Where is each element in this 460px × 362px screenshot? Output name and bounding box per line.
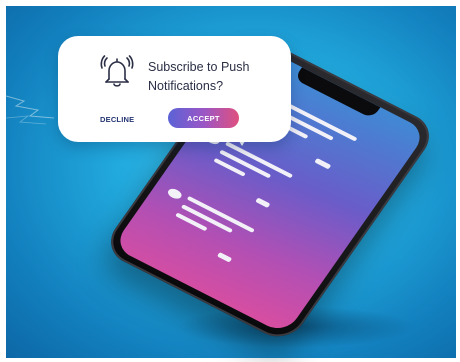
decline-button[interactable]: DECLINE [100,115,134,124]
avatar-dot [165,186,184,201]
message-line [216,252,233,263]
bell-icon [100,55,134,87]
message-line [314,158,332,170]
message-line [255,197,271,208]
accept-button[interactable]: ACCEPT [168,108,239,128]
popup-title: Subscribe to Push Notifications? [148,60,250,93]
